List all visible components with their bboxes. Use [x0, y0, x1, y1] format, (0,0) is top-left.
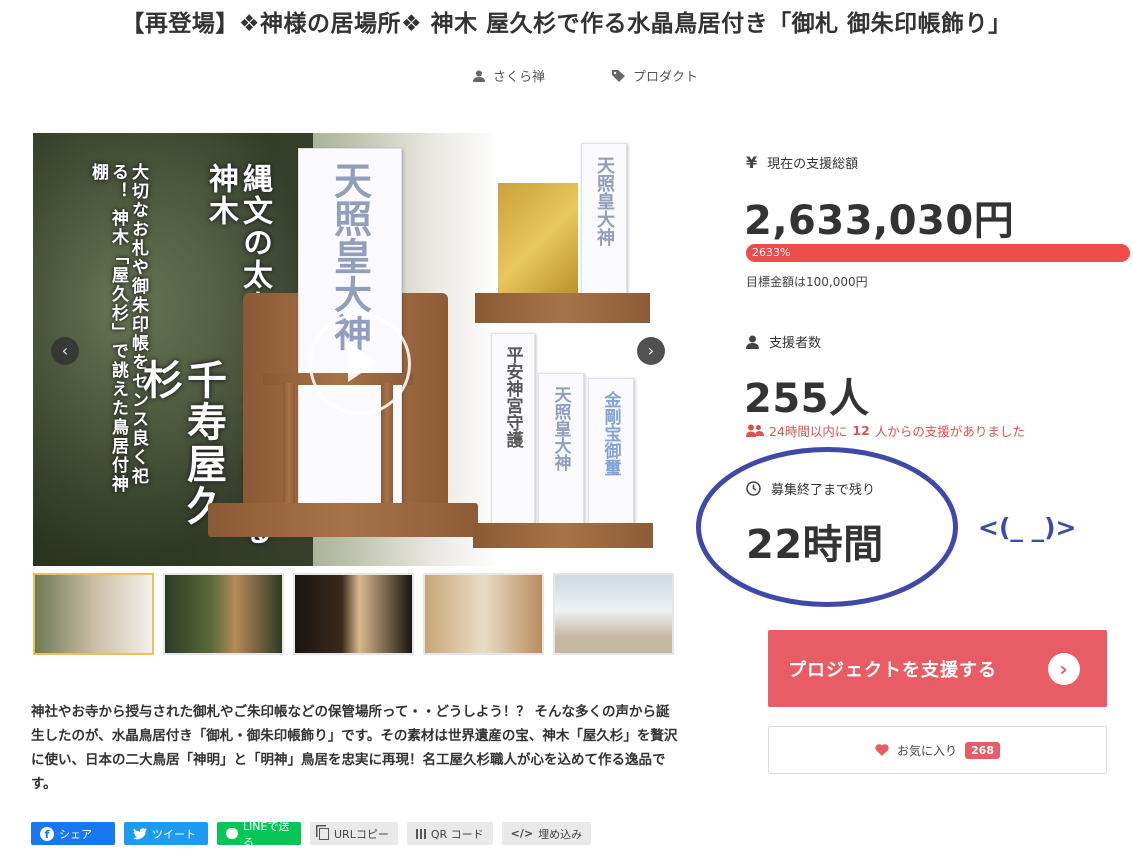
ofuda-small-4: 金剛宝御璽 — [588, 378, 634, 525]
author-link[interactable]: さくら禅 — [473, 66, 545, 85]
wood-base-main — [208, 503, 478, 537]
backers-label-row: 支援者数 — [746, 332, 821, 351]
backers-label: 支援者数 — [769, 336, 822, 351]
total-funding-value: 2,633,030円 — [744, 198, 1015, 244]
thumbnail-2[interactable] — [163, 573, 284, 655]
chevron-right-icon: › — [1048, 653, 1080, 685]
recent-count: 12 — [852, 423, 870, 438]
line-share-label: LINEで送る — [242, 819, 290, 849]
category-name: プロダクト — [633, 70, 699, 85]
video-play-button[interactable] — [309, 313, 411, 415]
qr-code-button[interactable]: QR コード — [406, 822, 493, 845]
share-bar: f シェア ツイート LINEで送る URLコピー QR コード </> 埋め込… — [31, 820, 592, 849]
thumbnail-4[interactable] — [423, 573, 544, 655]
embed-label: 埋め込み — [538, 827, 583, 841]
copy-icon — [319, 827, 329, 840]
favorite-button[interactable]: お気に入り 268 — [768, 726, 1107, 774]
twitter-share-label: ツイート — [152, 827, 196, 841]
ofuda-small-3: 天照皇大神 — [538, 373, 584, 525]
url-copy-button[interactable]: URLコピー — [310, 822, 398, 845]
twitter-bird-icon — [133, 827, 147, 839]
embed-button[interactable]: </> 埋め込み — [501, 822, 592, 845]
line-share-button[interactable]: LINEで送る — [217, 820, 301, 849]
recent-suffix: 人からの支援がありました — [874, 424, 1025, 439]
next-image-button[interactable]: › — [637, 337, 665, 365]
qr-code-label: QR コード — [430, 827, 484, 841]
page-title: 【再登場】❖神様の居場所❖ 神木 屋久杉で作る水晶鳥居付き「御札 御朱印帳飾り」 — [121, 11, 1012, 37]
line-icon — [226, 828, 238, 839]
favorite-count-badge: 268 — [965, 741, 1000, 759]
bowing-emoticon-annotation: <(_ _)> — [978, 513, 1077, 542]
user-icon — [473, 70, 485, 82]
facebook-icon: f — [40, 826, 54, 841]
total-funding-label: 現在の支援総額 — [767, 157, 859, 172]
goshuin-book — [498, 183, 578, 303]
funding-progress-bar: 2633% — [746, 244, 1130, 262]
qr-icon — [415, 828, 426, 839]
code-icon: </> — [510, 827, 534, 840]
user-icon — [746, 335, 759, 349]
support-project-label: プロジェクトを支援する — [788, 659, 997, 681]
wood-base-top — [475, 293, 650, 323]
ofuda-small-1: 天照皇大神 — [581, 143, 627, 295]
heart-icon — [875, 744, 889, 756]
author-name: さくら禅 — [493, 70, 546, 85]
facebook-share-button[interactable]: f シェア — [31, 822, 115, 845]
funding-percent: 2633% — [752, 246, 791, 259]
wood-base-bottom — [473, 523, 653, 548]
ofuda-small-2: 平安神宮守護 — [491, 333, 535, 530]
hand-drawn-circle-annotation — [696, 447, 958, 607]
goal-amount: 目標金額は100,000円 — [746, 275, 868, 289]
project-description: 神社やお寺から授与された御札やご朱印帳などの保管場所って・・どうしよう！？ そん… — [31, 704, 678, 792]
tag-icon — [612, 69, 625, 82]
twitter-share-button[interactable]: ツイート — [124, 822, 208, 845]
recent-backers-note: 24時間以内に 12 人からの支援がありました — [746, 421, 1025, 440]
main-product-image[interactable]: 大切なお札や御朱印帳をセンス良く祀る！ 神木「屋久杉」で誂えた鳥居付神棚 千寿屋… — [33, 133, 680, 566]
prev-image-button[interactable]: ‹ — [51, 337, 79, 365]
users-icon — [746, 424, 764, 437]
recent-prefix: 24時間以内に — [769, 424, 848, 439]
facebook-share-label: シェア — [59, 827, 92, 841]
thumbnail-3[interactable] — [293, 573, 414, 655]
thumbnail-strip — [33, 573, 674, 655]
backers-value: 255人 — [744, 376, 870, 422]
support-project-button[interactable]: プロジェクトを支援する › — [768, 630, 1107, 707]
favorite-label: お気に入り — [897, 743, 958, 758]
total-funding-label-row: ¥ 現在の支援総額 — [746, 153, 858, 172]
category-link[interactable]: プロダクト — [612, 66, 698, 85]
thumbnail-1[interactable] — [33, 573, 154, 655]
yen-icon: ¥ — [746, 153, 758, 172]
url-copy-label: URLコピー — [334, 827, 389, 841]
thumbnail-5[interactable] — [553, 573, 674, 655]
torii-pillar-left — [283, 383, 295, 503]
